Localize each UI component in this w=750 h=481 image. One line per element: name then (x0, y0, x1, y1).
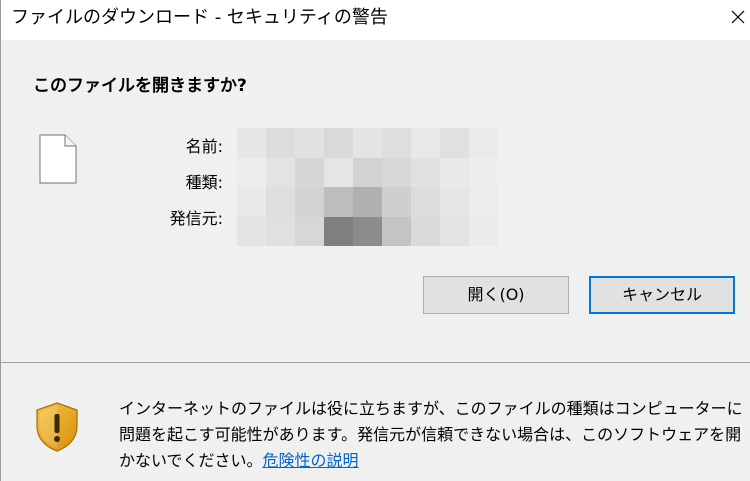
redacted-file-details (237, 128, 527, 246)
title-bar: ファイルのダウンロード - セキュリティの警告 (1, 0, 750, 40)
close-button[interactable] (725, 0, 750, 34)
close-icon (731, 10, 745, 24)
warning-text: インターネットのファイルは役に立ちますが、このファイルの種類はコンピューターに問… (119, 399, 743, 470)
file-type-label: 種類: (185, 173, 223, 192)
download-security-warning-dialog: ファイルのダウンロード - セキュリティの警告 このファイルを開きますか? 名前… (0, 0, 750, 481)
warning-message: インターネットのファイルは役に立ちますが、このファイルの種類はコンピューターに問… (119, 396, 745, 474)
shield-warning-icon (35, 402, 79, 456)
prompt-heading: このファイルを開きますか? (33, 76, 247, 96)
section-divider (1, 362, 750, 363)
document-icon (39, 134, 77, 188)
open-button[interactable]: 開く(O) (423, 276, 569, 314)
window-title: ファイルのダウンロード - セキュリティの警告 (11, 7, 388, 28)
cancel-button[interactable]: キャンセル (589, 276, 735, 314)
file-publisher-label: 発信元: (169, 209, 223, 228)
file-name-label: 名前: (185, 137, 223, 156)
risk-explanation-link[interactable]: 危険性の説明 (263, 451, 359, 470)
